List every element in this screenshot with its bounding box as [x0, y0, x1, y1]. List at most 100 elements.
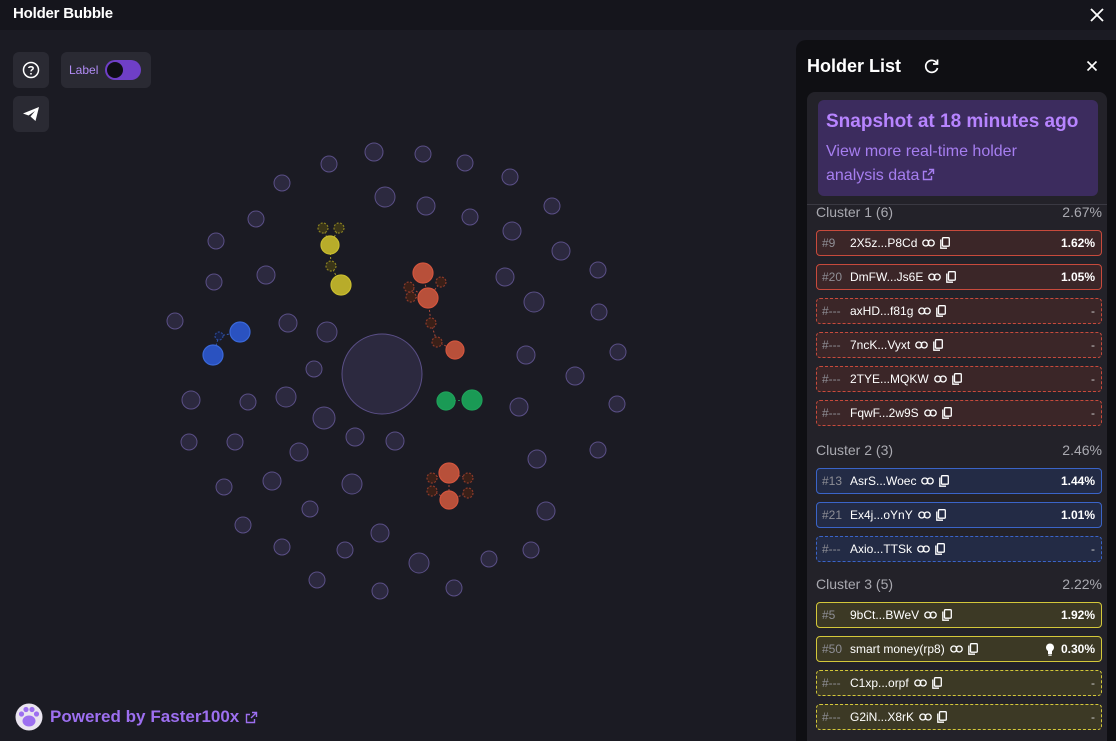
real-time-analysis-link[interactable]: View more real-time holder analysis data [826, 140, 1066, 188]
holder-list[interactable]: Snapshot at 18 minutes ago View more rea… [807, 92, 1107, 741]
cluster-bubble[interactable] [330, 274, 352, 296]
holder-row[interactable]: #50 smart money(rp8) 0.30% [816, 636, 1102, 662]
holder-bubble[interactable] [374, 186, 396, 208]
copy-icon[interactable] [935, 543, 945, 555]
copy-icon[interactable] [942, 609, 953, 621]
link-icon[interactable] [923, 408, 937, 418]
holder-row[interactable]: #--- 2TYE...MQKW - [816, 366, 1102, 392]
cluster-bubble[interactable] [202, 344, 224, 366]
holder-bubble[interactable] [480, 550, 498, 568]
copy-icon[interactable] [937, 711, 947, 723]
holder-bubble[interactable] [536, 501, 556, 521]
link-icon[interactable] [915, 340, 929, 350]
copy-icon[interactable] [940, 237, 951, 249]
holder-row[interactable]: #20 DmFW...Js6E 1.05% [816, 264, 1102, 290]
link-icon[interactable] [917, 510, 931, 520]
holder-bubble[interactable] [516, 345, 536, 365]
holder-bubble[interactable] [523, 291, 545, 313]
holder-bubble[interactable] [166, 312, 184, 330]
copy-icon[interactable] [935, 509, 946, 521]
holder-row[interactable]: #--- FqwF...2w9S - [816, 400, 1102, 426]
holder-bubble[interactable] [364, 142, 384, 162]
holder-bubble[interactable] [239, 393, 257, 411]
link-icon[interactable] [928, 272, 942, 282]
cluster-bubble[interactable] [438, 462, 460, 484]
holder-bubble[interactable] [305, 360, 323, 378]
cluster-bubble[interactable] [325, 260, 337, 272]
holder-row[interactable]: #13 AsrS...Woec 1.44% [816, 468, 1102, 494]
holder-bubble[interactable] [180, 433, 198, 451]
link-icon[interactable] [922, 238, 936, 248]
holder-bubble[interactable] [336, 541, 354, 559]
holder-bubble[interactable] [590, 303, 608, 321]
holder-bubble[interactable] [551, 241, 571, 261]
copy-icon[interactable] [933, 339, 944, 351]
holder-bubble[interactable] [414, 145, 432, 163]
holder-bubble[interactable] [312, 406, 336, 430]
close-panel-icon[interactable] [1084, 58, 1100, 74]
cluster-bubble[interactable] [425, 317, 437, 329]
refresh-icon[interactable] [923, 57, 941, 75]
copy-icon[interactable] [931, 677, 942, 689]
cluster-bubble[interactable] [436, 391, 456, 411]
holder-bubble[interactable] [370, 523, 390, 543]
link-icon[interactable] [913, 678, 927, 688]
holder-bubble[interactable] [416, 196, 436, 216]
copy-icon[interactable] [951, 373, 962, 385]
link-icon[interactable] [917, 544, 930, 554]
cluster-bubble[interactable] [412, 262, 434, 284]
link-icon[interactable] [933, 374, 947, 384]
cluster-bubble[interactable] [462, 472, 474, 484]
holder-bubble[interactable] [215, 478, 233, 496]
holder-bubble[interactable] [522, 541, 540, 559]
cluster-bubble[interactable] [320, 235, 340, 255]
holder-bubble[interactable] [456, 154, 474, 172]
holder-bubble[interactable] [316, 321, 338, 343]
holder-bubble[interactable] [345, 427, 365, 447]
holder-bubble[interactable] [278, 313, 298, 333]
holder-bubble[interactable] [262, 471, 282, 491]
cluster-bubble[interactable] [317, 222, 329, 234]
holder-row[interactable]: #--- axHD...f81g - [816, 298, 1102, 324]
help-button[interactable] [13, 52, 49, 88]
link-icon[interactable] [919, 712, 932, 722]
label-switch[interactable] [105, 60, 142, 80]
holder-bubble[interactable] [207, 232, 225, 250]
holder-bubble[interactable] [273, 174, 291, 192]
holder-bubble[interactable] [565, 366, 585, 386]
cluster-bubble[interactable] [445, 340, 465, 360]
holder-bubble[interactable] [527, 449, 547, 469]
holder-bubble[interactable] [608, 395, 626, 413]
holder-row[interactable]: #9 2X5z...P8Cd 1.62% [816, 230, 1102, 256]
cluster-bubble[interactable] [439, 490, 459, 510]
holder-bubble[interactable] [289, 442, 309, 462]
cluster-bubble[interactable] [417, 287, 439, 309]
holder-bubble[interactable] [495, 267, 515, 287]
link-icon[interactable] [924, 610, 937, 620]
cluster-bubble[interactable] [403, 281, 415, 293]
bubble-graph[interactable] [0, 30, 800, 741]
holder-bubble[interactable] [226, 433, 244, 451]
close-window-icon[interactable] [1086, 4, 1108, 26]
cluster-bubble[interactable] [333, 222, 345, 234]
telegram-button[interactable] [13, 96, 49, 132]
holder-bubble[interactable] [408, 552, 430, 574]
cluster-bubble[interactable] [229, 321, 251, 343]
label-toggle[interactable]: Label [61, 52, 151, 88]
cluster-bubble[interactable] [431, 336, 443, 348]
cluster-bubble[interactable] [435, 276, 447, 288]
holder-bubble[interactable] [461, 208, 479, 226]
holder-bubble[interactable] [273, 538, 291, 556]
holder-bubble[interactable] [509, 397, 529, 417]
holder-bubble-large[interactable] [341, 333, 423, 415]
link-icon[interactable] [949, 644, 963, 654]
cluster-bubble[interactable] [426, 485, 438, 497]
copy-icon[interactable] [946, 271, 957, 283]
holder-bubble[interactable] [589, 261, 607, 279]
holder-bubble[interactable] [385, 431, 405, 451]
holder-bubble[interactable] [609, 343, 627, 361]
brand-name[interactable]: Faster100x [150, 707, 239, 727]
link-icon[interactable] [921, 476, 935, 486]
cluster-bubble[interactable] [461, 389, 483, 411]
holder-bubble[interactable] [308, 571, 326, 589]
